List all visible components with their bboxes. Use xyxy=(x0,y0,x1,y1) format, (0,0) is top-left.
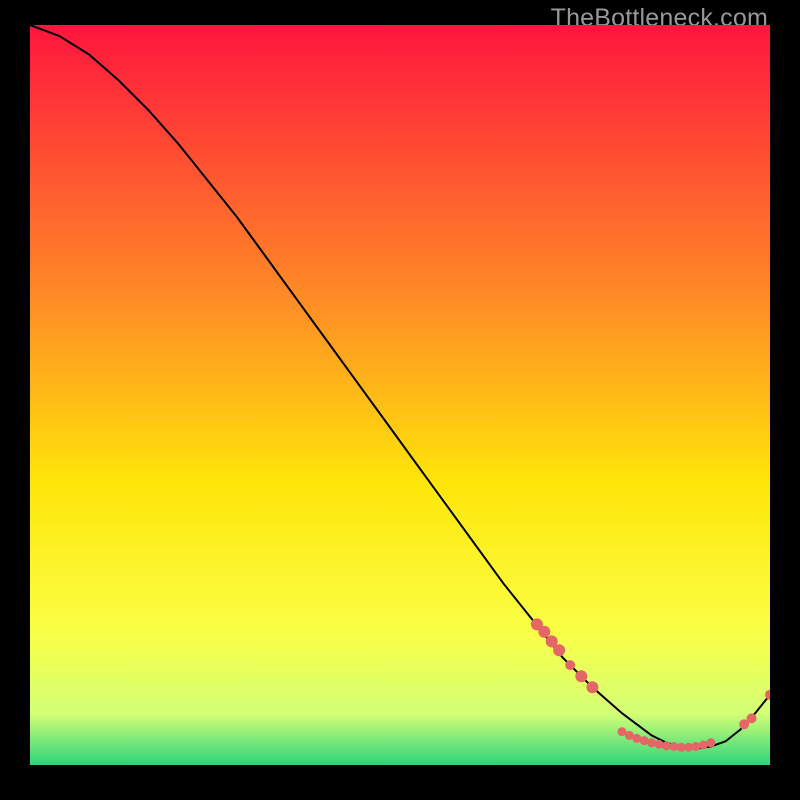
data-marker xyxy=(706,738,715,747)
chart-stage: TheBottleneck.com xyxy=(0,0,800,800)
data-marker xyxy=(747,713,757,723)
data-marker xyxy=(565,660,575,670)
bottleneck-chart xyxy=(30,25,770,765)
data-marker xyxy=(586,681,598,693)
data-marker xyxy=(575,670,587,682)
data-marker xyxy=(692,742,701,751)
data-marker xyxy=(647,738,656,747)
gradient-background xyxy=(30,25,770,765)
data-marker xyxy=(655,740,664,749)
data-marker xyxy=(538,626,550,638)
data-marker xyxy=(553,644,565,656)
